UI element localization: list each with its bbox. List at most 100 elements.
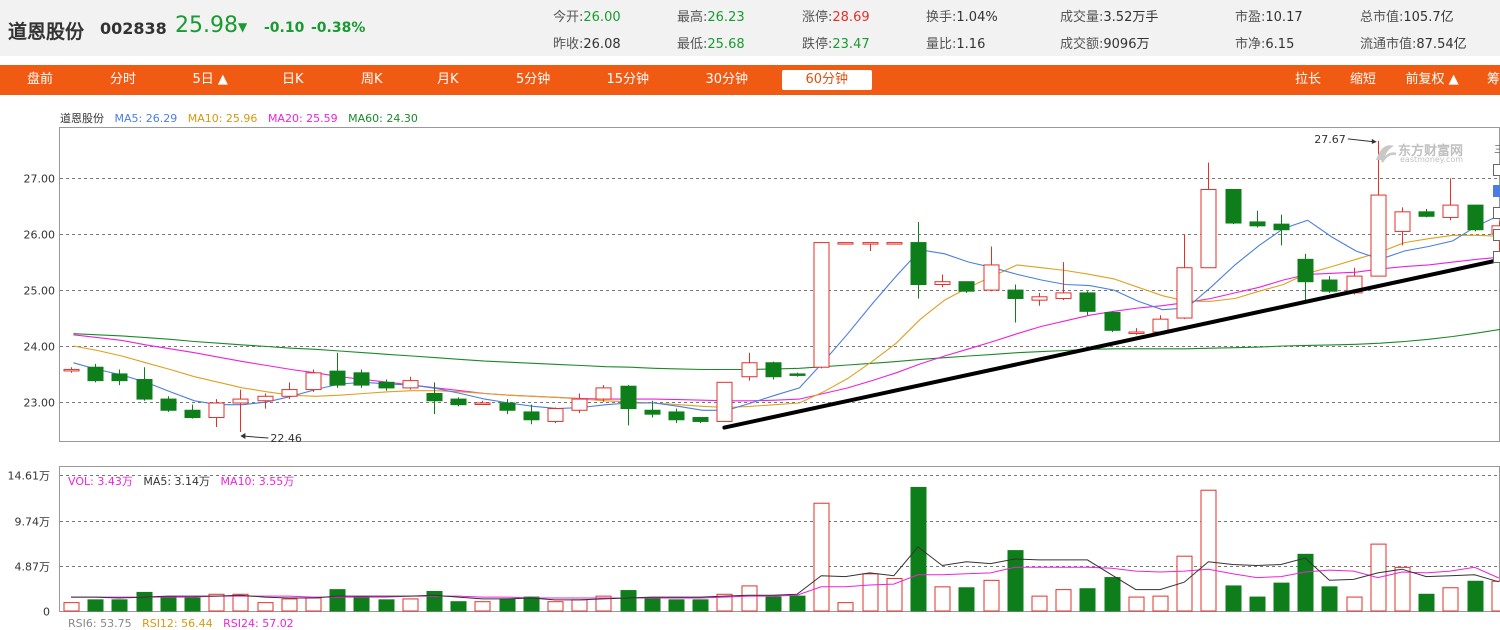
volume-bar <box>232 593 249 612</box>
candle-body <box>1079 292 1096 312</box>
candle <box>837 242 854 245</box>
candle-body <box>1273 223 1290 231</box>
candle-body <box>1418 211 1435 217</box>
volume-bar <box>450 601 467 612</box>
candle <box>1152 315 1169 333</box>
candle <box>716 381 733 422</box>
volume-bar <box>499 598 516 612</box>
side-panel-toggle-icon[interactable]: 三 <box>1494 141 1500 156</box>
volume-bar <box>1249 596 1266 612</box>
candle-body <box>378 381 395 389</box>
candle-body <box>1176 267 1193 319</box>
candle <box>232 389 249 433</box>
side-checkbox-3[interactable] <box>1493 207 1500 219</box>
volume-bar <box>257 602 274 612</box>
volume-bar <box>1321 586 1338 612</box>
ma10-line <box>73 234 1500 409</box>
volume-bar <box>136 591 153 612</box>
side-checkbox-2[interactable] <box>1493 185 1500 197</box>
side-checkbox-5[interactable] <box>1493 251 1500 263</box>
low-label: 22.46 <box>270 432 302 445</box>
main-chart-grid: 23.00 24.00 25.00 26.00 27.00 <box>24 173 1499 410</box>
candle-body <box>160 398 177 411</box>
candle <box>474 400 491 405</box>
candle-body <box>1128 331 1145 335</box>
candle-body <box>1104 311 1121 331</box>
side-checkbox-1[interactable] <box>1493 164 1500 176</box>
candle-body <box>1370 194 1387 277</box>
volume-bar <box>474 601 491 612</box>
volume-bar <box>111 599 128 612</box>
candle <box>208 399 225 428</box>
candle <box>789 372 806 377</box>
candle-body <box>426 392 443 402</box>
candle <box>668 408 685 424</box>
candle <box>281 382 298 400</box>
y-tick-label: 27.00 <box>24 173 56 186</box>
high-pointer <box>1347 138 1375 143</box>
volume-bar <box>741 585 758 612</box>
candle <box>402 376 419 390</box>
candle <box>1467 204 1484 232</box>
candle-body <box>910 242 927 285</box>
candle <box>111 369 128 386</box>
ma60-line <box>73 328 1500 371</box>
candle <box>499 399 516 415</box>
candle <box>353 369 370 388</box>
candle-body <box>353 372 370 386</box>
candle-body <box>257 395 274 402</box>
candle <box>450 397 467 407</box>
ma5-line <box>73 214 1500 411</box>
volume-bar <box>426 590 443 612</box>
candle <box>1104 311 1121 333</box>
candle <box>934 274 951 288</box>
volume-bar <box>353 596 370 612</box>
volume-bar <box>1031 595 1048 612</box>
candle-body <box>837 242 854 245</box>
volume-bar <box>789 595 806 612</box>
candle-body <box>474 402 491 405</box>
candle-body <box>1225 188 1242 224</box>
y-tick-label: 25.00 <box>24 285 56 298</box>
candle-body <box>789 373 806 376</box>
logo-en: eastmoney.com <box>1400 155 1464 164</box>
candle <box>1442 178 1459 221</box>
kline-chart[interactable]: 23.00 24.00 25.00 26.00 27.00 27.67 22.46 0 4.… <box>0 0 1500 626</box>
candle <box>1418 209 1435 218</box>
candle-body <box>813 242 830 368</box>
candle-body <box>402 380 419 389</box>
candle <box>1007 284 1024 323</box>
candle <box>1297 253 1314 302</box>
volume-bar <box>160 596 177 612</box>
candle-body <box>1055 292 1072 299</box>
y-tick-label: 26.00 <box>24 229 56 242</box>
volume-bar <box>1152 595 1169 612</box>
candle-body <box>595 387 612 400</box>
candle-body <box>741 362 758 378</box>
side-checkbox-4[interactable] <box>1493 229 1500 241</box>
candle-body <box>765 362 782 378</box>
candle <box>184 404 201 419</box>
candle-body <box>184 409 201 419</box>
candle-body <box>644 409 661 415</box>
volume-bars <box>63 486 1500 612</box>
volume-bar <box>547 601 564 612</box>
volume-bar <box>281 598 298 612</box>
candle-body <box>87 366 104 382</box>
volume-bar <box>910 486 927 612</box>
candle-body <box>1442 204 1459 218</box>
candle-body <box>1200 188 1217 269</box>
y-tick-label: 14.61万 <box>8 470 51 483</box>
candle <box>1249 210 1266 228</box>
candle-body <box>862 242 879 245</box>
volume-bar <box>402 598 419 612</box>
volume-bar <box>1055 589 1072 612</box>
volume-bar <box>1467 580 1484 612</box>
y-tick-label: 24.00 <box>24 341 56 354</box>
moving-average-lines <box>73 214 1500 411</box>
volume-bar <box>378 599 395 612</box>
candle-body <box>1467 204 1484 231</box>
candle-body <box>1007 289 1024 299</box>
candlesticks <box>63 140 1500 433</box>
candle-body <box>620 385 637 410</box>
